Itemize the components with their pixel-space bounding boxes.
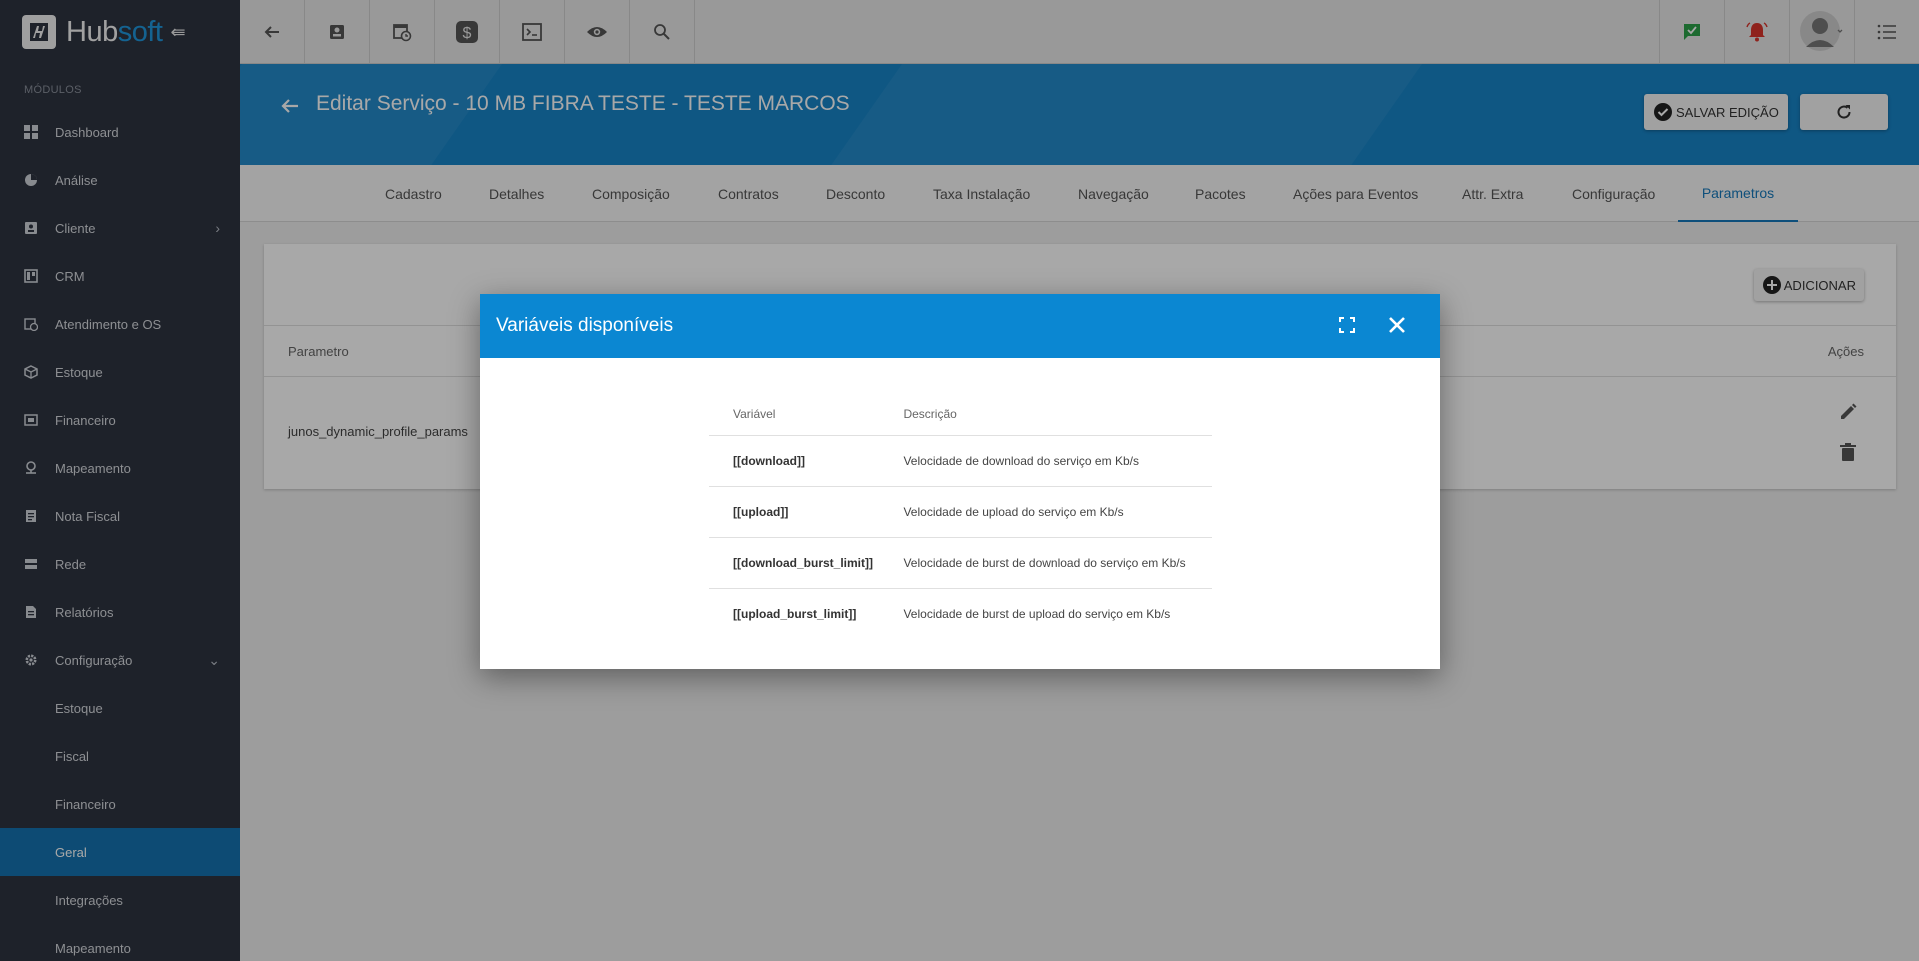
table-row: [[upload_burst_limit]] Velocidade de bur… [709, 588, 1212, 639]
variable-description: Velocidade de download do serviço em Kb/… [887, 435, 1212, 487]
modal-header: Variáveis disponíveis [480, 294, 1440, 358]
variables-modal: Variáveis disponíveis Variável Descrição… [480, 294, 1440, 669]
column-header-variavel: Variável [709, 393, 888, 436]
table-row: [[upload]] Velocidade de upload do servi… [709, 486, 1212, 538]
modal-title: Variáveis disponíveis [496, 315, 674, 336]
variable-name: [[download]] [709, 435, 888, 487]
variables-table: Variável Descrição [[download]] Velocida… [709, 393, 1212, 639]
variable-description: Velocidade de burst de download do servi… [887, 537, 1212, 589]
variable-name: [[upload]] [709, 486, 888, 538]
variable-name: [[upload_burst_limit]] [733, 606, 857, 621]
table-row: [[download_burst_limit]] Velocidade de b… [709, 537, 1212, 589]
fullscreen-icon[interactable] [1338, 316, 1356, 340]
column-header-descricao: Descrição [887, 393, 1212, 436]
table-row: [[download]] Velocidade de download do s… [709, 435, 1212, 487]
table-header-row: Variável Descrição [709, 393, 1212, 436]
close-icon[interactable] [1386, 314, 1408, 342]
variable-description: Velocidade de upload do serviço em Kb/s [887, 486, 1212, 538]
variable-name: [[download_burst_limit]] [709, 537, 888, 589]
variable-description: Velocidade de burst de upload do serviço… [903, 606, 1171, 621]
